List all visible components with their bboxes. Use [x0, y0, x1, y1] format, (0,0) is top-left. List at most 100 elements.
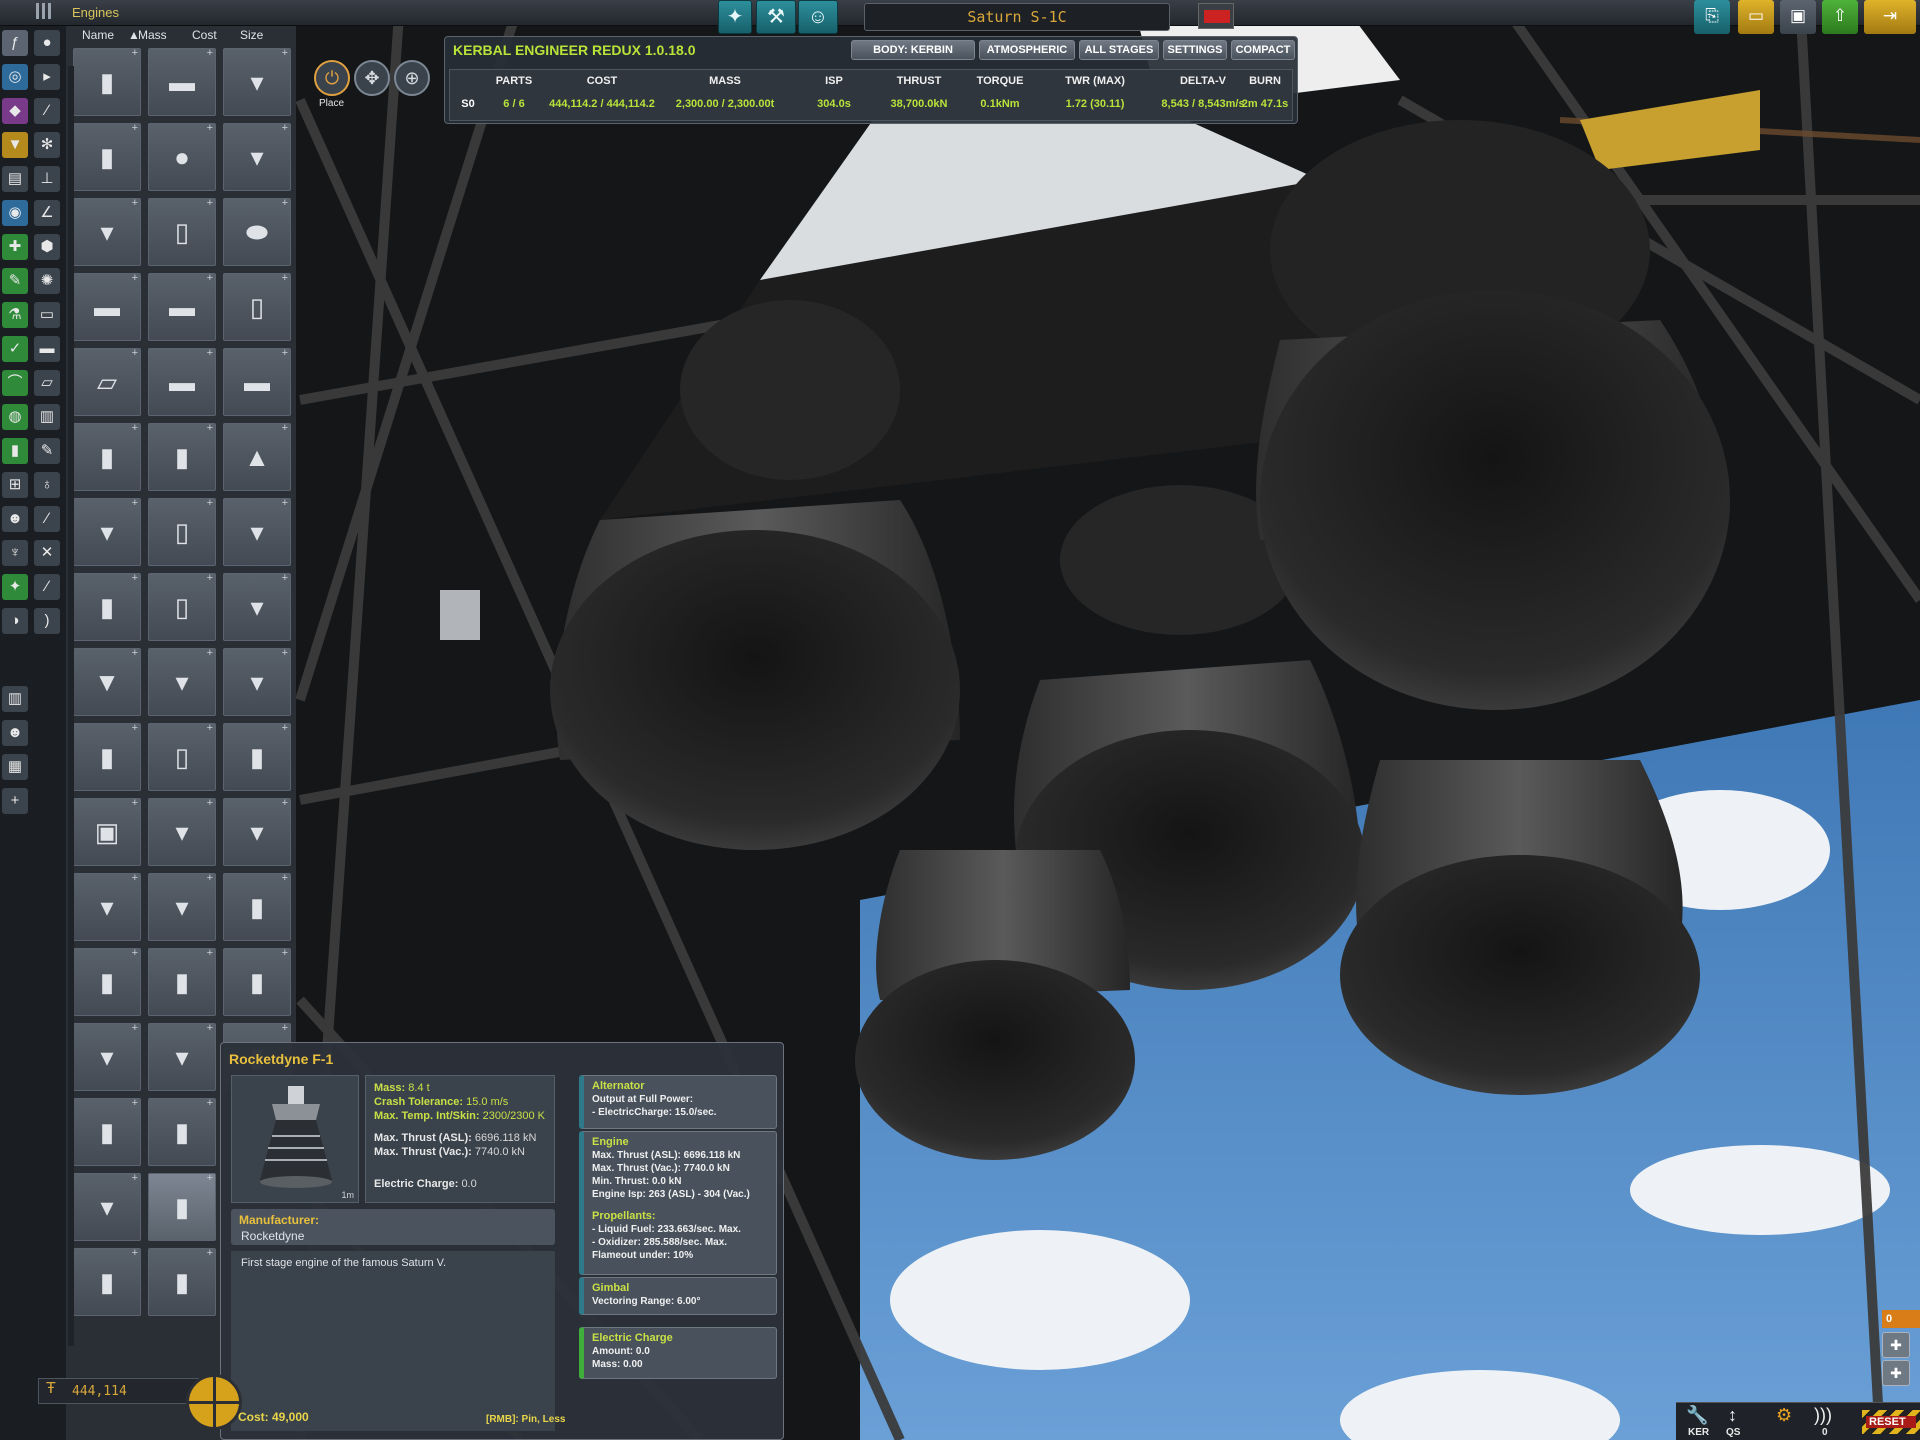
- part-tile[interactable]: ▮+: [73, 47, 141, 116]
- filter-command-icon[interactable]: ◆: [2, 98, 28, 124]
- filter-solar-icon[interactable]: ⌒: [2, 370, 28, 396]
- ker-atmospheric-button[interactable]: ATMOSPHERIC: [979, 40, 1075, 60]
- commnet-icon[interactable]: ))): [1814, 1405, 1832, 1426]
- center-of-mass-gauge[interactable]: [186, 1374, 242, 1430]
- part-tile[interactable]: ▣ +: [73, 797, 141, 866]
- filter-ground-icon[interactable]: ∠: [34, 200, 60, 226]
- part-tile[interactable]: ▮+: [148, 947, 216, 1016]
- staging-add-button[interactable]: ✚: [1882, 1332, 1910, 1358]
- load-craft-button[interactable]: ▭: [1738, 0, 1774, 34]
- part-tile[interactable]: ▾ +: [223, 497, 291, 566]
- ker-settings-button[interactable]: SETTINGS: [1163, 40, 1227, 60]
- part-tile[interactable]: ▮+: [73, 122, 141, 191]
- filter-squad-icon[interactable]: ☻: [2, 506, 28, 532]
- part-tile[interactable]: ⬬ +: [223, 197, 291, 266]
- quicksave-icon[interactable]: ↕: [1728, 1405, 1737, 1426]
- filter-misc-icon[interactable]: ▬: [34, 336, 60, 362]
- part-tile[interactable]: ▬ +: [148, 347, 216, 416]
- filter-propulsion-icon[interactable]: ▸: [34, 64, 60, 90]
- part-tile[interactable]: ▾ +: [223, 47, 291, 116]
- filter-docking-icon[interactable]: ✦: [2, 574, 28, 600]
- sort-by-name[interactable]: Name: [82, 28, 114, 42]
- part-tile[interactable]: ▯ +: [223, 272, 291, 341]
- part-tile[interactable]: ▮+: [148, 1097, 216, 1166]
- new-craft-button[interactable]: ⎘: [1694, 0, 1730, 34]
- part-tile[interactable]: ▬ +: [73, 272, 141, 341]
- part-tile[interactable]: ▾ +: [73, 497, 141, 566]
- rotate-mode-button[interactable]: ⊕: [394, 60, 430, 96]
- part-tile[interactable]: ▮+: [148, 1247, 216, 1316]
- staging-remove-button[interactable]: ✚: [1882, 1360, 1910, 1386]
- action-groups-button[interactable]: ✦: [718, 0, 752, 34]
- part-tile[interactable]: ▾ +: [73, 197, 141, 266]
- filter-parachute-icon[interactable]: ♁: [34, 472, 60, 498]
- launch-button[interactable]: ⇧: [1822, 0, 1858, 34]
- part-tile[interactable]: ▾ +: [148, 1022, 216, 1091]
- part-tile[interactable]: ▬ +: [148, 47, 216, 116]
- part-tile[interactable]: ▼ +: [73, 647, 141, 716]
- part-tile[interactable]: ▮+: [73, 422, 141, 491]
- ker-body-button[interactable]: BODY: KERBIN: [851, 40, 975, 60]
- filter-function-icon[interactable]: ƒ: [2, 30, 28, 56]
- filter-kerbal-icon[interactable]: ☻: [2, 720, 28, 746]
- filter-robotics-icon[interactable]: ✓: [2, 336, 28, 362]
- part-tile[interactable]: ▯ +: [148, 722, 216, 791]
- save-craft-button[interactable]: ▣: [1780, 0, 1816, 34]
- part-tile[interactable]: ▬ +: [223, 347, 291, 416]
- filter-ladder-icon[interactable]: ∕: [34, 506, 60, 532]
- add-custom-filter-icon[interactable]: +: [2, 788, 28, 814]
- ker-app-icon[interactable]: 🔧: [1686, 1405, 1708, 1426]
- filter-lights-icon[interactable]: ▥: [34, 404, 60, 430]
- part-tile[interactable]: ▾ +: [223, 647, 291, 716]
- part-tile[interactable]: ▾ +: [73, 1022, 141, 1091]
- part-tile[interactable]: ▮+: [148, 1172, 216, 1241]
- part-tile[interactable]: ▮+: [73, 1097, 141, 1166]
- filter-decoupler-icon[interactable]: ♆: [2, 540, 28, 566]
- part-tile[interactable]: ▮+: [73, 722, 141, 791]
- flag-button[interactable]: [1198, 3, 1234, 29]
- sort-by-cost[interactable]: Cost: [192, 28, 217, 42]
- part-tile[interactable]: ▮+: [73, 947, 141, 1016]
- sort-by-size[interactable]: Size: [240, 28, 263, 42]
- filter-wheels-icon[interactable]: ⊞: [2, 472, 28, 498]
- offset-mode-button[interactable]: ✥: [354, 60, 390, 96]
- ker-compact-button[interactable]: COMPACT: [1231, 40, 1295, 60]
- filter-control-icon[interactable]: ✻: [34, 132, 60, 158]
- filter-payload-icon[interactable]: ▭: [34, 302, 60, 328]
- filter-science-icon[interactable]: ✺: [34, 268, 60, 294]
- engineer-gear-icon[interactable]: ⚙: [1776, 1405, 1792, 1426]
- reset-button[interactable]: RESET: [1862, 1410, 1920, 1434]
- filter-tank-icon[interactable]: ▮: [2, 438, 28, 464]
- ship-name-field[interactable]: Saturn S-1C: [864, 3, 1170, 31]
- filter-wing-icon[interactable]: ▱: [34, 370, 60, 396]
- part-tile[interactable]: ▾ +: [73, 872, 141, 941]
- part-tile[interactable]: ▾ +: [223, 122, 291, 191]
- filter-comms-icon[interactable]: ✎: [2, 268, 28, 294]
- part-tile[interactable]: ▮+: [73, 572, 141, 641]
- filter-building-icon[interactable]: ▥: [2, 686, 28, 712]
- filter-stage-icon[interactable]: ◑: [2, 608, 28, 634]
- filter-subassembly-icon[interactable]: ▦: [2, 754, 28, 780]
- filter-coupling-icon[interactable]: ⊥: [34, 166, 60, 192]
- part-tile[interactable]: ▾ +: [148, 797, 216, 866]
- part-tile[interactable]: ▮+: [223, 722, 291, 791]
- part-tile[interactable]: ● +: [148, 122, 216, 191]
- part-tile[interactable]: ▾ +: [73, 1172, 141, 1241]
- part-tile[interactable]: ▾ +: [223, 797, 291, 866]
- part-tile[interactable]: ▱ +: [73, 347, 141, 416]
- filter-fuel-icon[interactable]: ◎: [2, 64, 28, 90]
- part-tile[interactable]: ▬ +: [148, 272, 216, 341]
- filter-aero-icon[interactable]: ◉: [2, 200, 28, 226]
- part-tile[interactable]: ▾ +: [148, 872, 216, 941]
- filter-cargo-icon[interactable]: ⚗: [2, 302, 28, 328]
- part-tile[interactable]: ▲ +: [223, 422, 291, 491]
- filter-thermal-icon[interactable]: ✚: [2, 234, 28, 260]
- exit-button[interactable]: ⇥: [1864, 0, 1916, 34]
- part-tile[interactable]: ▮+: [223, 947, 291, 1016]
- sort-by-mass[interactable]: Mass: [138, 28, 167, 42]
- parts-scrollbar[interactable]: [68, 66, 74, 1346]
- part-tile[interactable]: ▯ +: [148, 497, 216, 566]
- panel-collapse-handle[interactable]: [36, 3, 62, 23]
- filter-engines-icon[interactable]: ▼: [2, 132, 28, 158]
- part-tile[interactable]: ▾ +: [223, 572, 291, 641]
